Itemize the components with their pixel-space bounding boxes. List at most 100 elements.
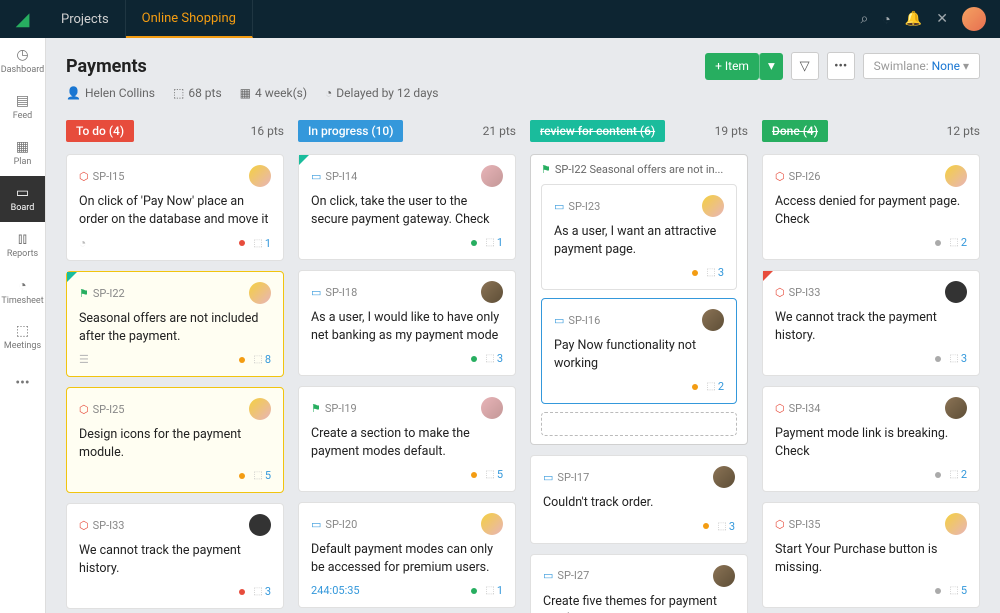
card-title: Access denied for payment page. Check (775, 193, 967, 228)
chat-icon[interactable]: ◔ (882, 11, 890, 28)
card-title: Create five themes for payment section. (543, 593, 735, 613)
assignee-avatar[interactable] (249, 514, 271, 536)
assignee-avatar[interactable] (481, 281, 503, 303)
sidebar-timesheet[interactable]: ◔Timesheet (0, 268, 45, 314)
priority-dot (471, 588, 477, 594)
card[interactable]: ⚑SP-I22 Seasonal offers are not included… (66, 271, 284, 377)
assignee-avatar[interactable] (713, 466, 735, 488)
card[interactable]: ⚑SP-I19 Create a section to make the pay… (298, 386, 516, 492)
column-title-done[interactable]: Done (4) (762, 120, 828, 142)
card[interactable]: ⬡SP-I25 Design icons for the payment mod… (66, 387, 284, 493)
drop-placeholder (541, 412, 737, 436)
sidebar-plan[interactable]: ▦Plan (0, 130, 45, 176)
priority-dot (239, 240, 245, 246)
priority-dot (692, 384, 698, 390)
card-title: Couldn't track order. (543, 494, 735, 512)
item-icon: ▭ (554, 314, 564, 327)
points-icon: ⬚ (173, 86, 184, 100)
card-title: We cannot track the payment history. (79, 542, 271, 577)
card-points: 1 (485, 236, 503, 249)
user-avatar[interactable] (962, 7, 986, 31)
assignee-avatar[interactable] (945, 397, 967, 419)
card-selected[interactable]: ▭SP-I16 Pay Now functionality not workin… (541, 298, 737, 404)
card-points: 2 (949, 236, 967, 249)
item-icon: ▭ (311, 286, 321, 299)
card-points: 3 (485, 352, 503, 365)
add-item-button[interactable]: + Item (705, 53, 759, 80)
sidebar-reports[interactable]: ⫾⫾Reports (0, 222, 45, 268)
assignee-avatar[interactable] (702, 309, 724, 331)
card[interactable]: ⬡SP-I15 On click of 'Pay Now' place an o… (66, 154, 284, 261)
card[interactable]: ▭SP-I18 As a user, I would like to have … (298, 270, 516, 376)
meetings-icon: ⬚ (16, 323, 29, 339)
nav-current-project[interactable]: Online Shopping (126, 0, 253, 38)
tools-icon[interactable]: ✕ (936, 11, 948, 27)
assignee-avatar[interactable] (481, 513, 503, 535)
item-icon: ▭ (311, 170, 321, 183)
item-icon: ▭ (543, 471, 553, 484)
flag-icon: ⚑ (311, 402, 321, 415)
sidebar-more[interactable]: ••• (0, 360, 45, 406)
swimlane-selector[interactable]: Swimlane: None ▾ (863, 53, 980, 79)
assignee-avatar[interactable] (713, 565, 735, 587)
card[interactable]: ⬡SP-I33 We cannot track the payment hist… (66, 503, 284, 609)
board-icon: ▭ (16, 185, 29, 201)
item-icon: ▭ (554, 200, 564, 213)
card-points: 3 (253, 585, 271, 598)
assignee-avatar[interactable] (945, 513, 967, 535)
reports-icon: ⫾⫾ (18, 231, 27, 247)
priority-dot (239, 589, 245, 595)
bell-icon[interactable]: 🔔 (905, 11, 922, 27)
assignee-avatar[interactable] (945, 281, 967, 303)
column-title-inprogress[interactable]: In progress (10) (298, 120, 403, 142)
card[interactable]: ▭SP-I17 Couldn't track order. 3 (530, 455, 748, 544)
column-title-review[interactable]: review for content (6) (530, 120, 665, 142)
card-title: Payment mode link is breaking. Check (775, 425, 967, 460)
assignee-avatar[interactable] (481, 397, 503, 419)
add-item-dropdown[interactable]: ▾ (759, 53, 783, 80)
card-points: 1 (485, 584, 503, 597)
assignee-avatar[interactable] (702, 195, 724, 217)
sidebar: ◷Dashboard ▤Feed ▦Plan ▭Board ⫾⫾Reports … (0, 38, 46, 613)
card-title: On click of 'Pay Now' place an order on … (79, 193, 271, 228)
card[interactable]: ▭SP-I23 As a user, I want an attractive … (541, 184, 737, 290)
assignee-avatar[interactable] (249, 282, 271, 304)
calendar-icon: ▦ (240, 86, 251, 100)
filter-button[interactable]: ▽ (791, 52, 819, 80)
priority-dot (471, 472, 477, 478)
card[interactable]: ▭SP-I20 Default payment modes can only b… (298, 502, 516, 608)
card[interactable]: ⬡SP-I34 Payment mode link is breaking. C… (762, 386, 980, 492)
column-title-todo[interactable]: To do (4) (66, 120, 134, 142)
card-points: 3 (706, 266, 724, 279)
assignee-avatar[interactable] (249, 398, 271, 420)
assignee-avatar[interactable] (249, 165, 271, 187)
card[interactable]: ▭SP-I14 On click, take the user to the s… (298, 154, 516, 260)
assignee-avatar[interactable] (945, 165, 967, 187)
priority-dot (703, 523, 709, 529)
more-button[interactable]: ••• (827, 52, 855, 80)
column-pts: 21 pts (483, 124, 516, 138)
card[interactable]: ⬡SP-I33 We cannot track the payment hist… (762, 270, 980, 376)
card-points: 3 (949, 352, 967, 365)
card[interactable]: ⬡SP-I26 Access denied for payment page. … (762, 154, 980, 260)
nav-projects[interactable]: Projects (45, 0, 126, 38)
priority-dot (935, 240, 941, 246)
bug-icon: ⬡ (775, 170, 785, 183)
sidebar-dashboard[interactable]: ◷Dashboard (0, 38, 45, 84)
card[interactable]: ▭SP-I27 Create five themes for payment s… (530, 554, 748, 613)
sidebar-board[interactable]: ▭Board (0, 176, 45, 222)
feed-icon: ▤ (16, 93, 29, 109)
search-icon[interactable]: ⌕ (861, 11, 869, 27)
card-points: 5 (253, 469, 271, 482)
card[interactable]: ⬡SP-I35 Start Your Purchase button is mi… (762, 502, 980, 608)
sidebar-feed[interactable]: ▤Feed (0, 84, 45, 130)
item-icon: ▭ (311, 518, 321, 531)
app-logo[interactable]: ◢ (0, 0, 45, 38)
item-icon: ▭ (543, 569, 553, 582)
card-points: 3 (717, 520, 735, 533)
bug-icon: ⬡ (775, 518, 785, 531)
sidebar-meetings[interactable]: ⬚Meetings (0, 314, 45, 360)
drop-target-group[interactable]: ⚑SP-I22 Seasonal offers are not in... ▭S… (530, 154, 748, 445)
assignee-avatar[interactable] (481, 165, 503, 187)
priority-dot (935, 588, 941, 594)
